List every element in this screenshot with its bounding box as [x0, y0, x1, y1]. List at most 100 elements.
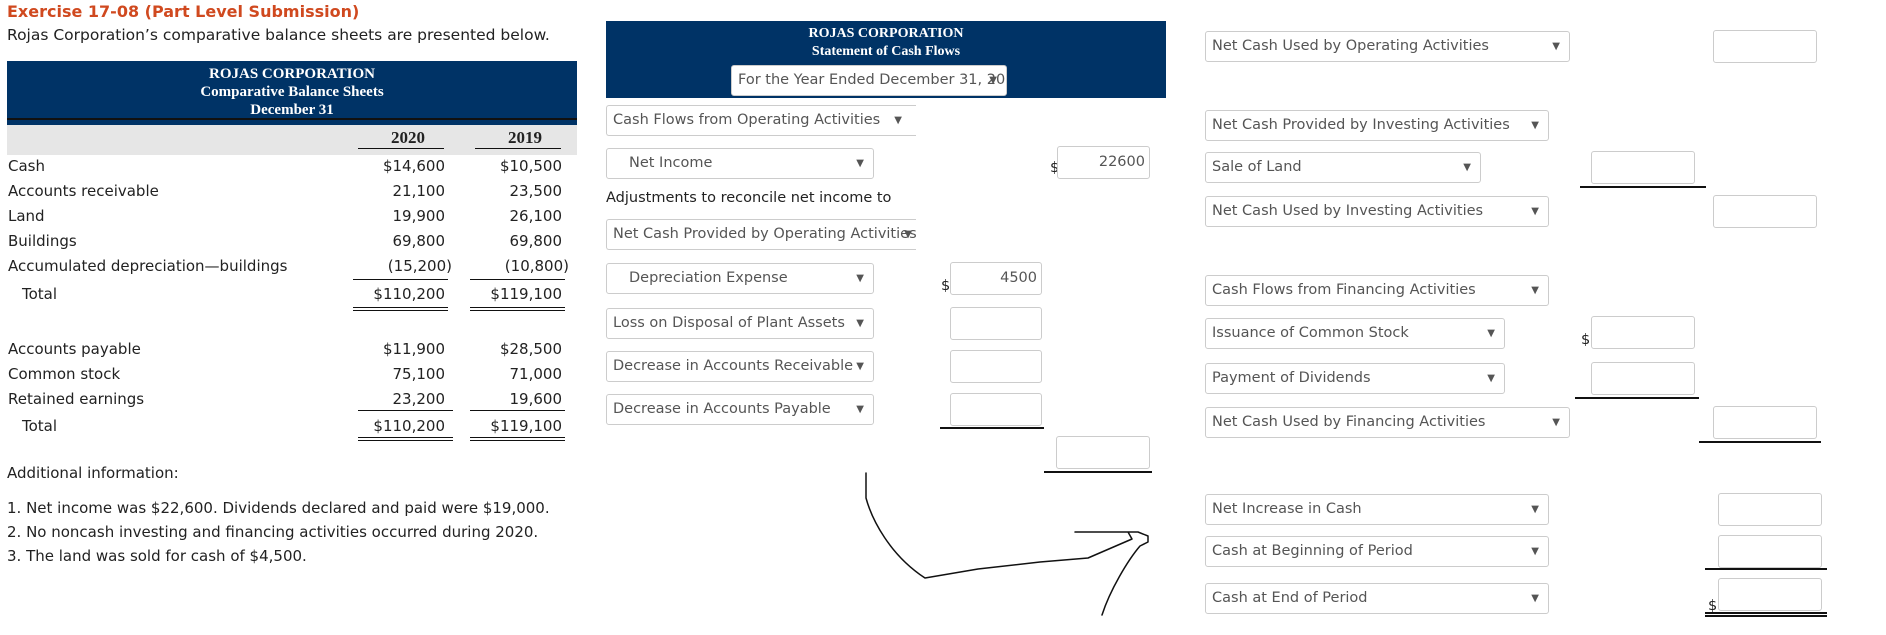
select-value: Net Cash Used by Investing Activities [1212, 203, 1484, 219]
header-divider [7, 118, 577, 120]
chevron-down-icon: ▼ [1531, 285, 1539, 296]
sum-line [1705, 568, 1827, 570]
financing-item-select[interactable]: Issuance of Common Stock ▼ [1205, 318, 1505, 349]
adjustment-select[interactable]: Decrease in Accounts Receivable ▼ [606, 351, 874, 382]
chevron-down-icon: ▼ [856, 158, 864, 169]
select-value: Depreciation Expense [629, 270, 788, 286]
liabilities-total-2019: $119,100 [490, 417, 562, 435]
net-income-input[interactable]: 22600 [1057, 146, 1150, 179]
adjustment-input[interactable]: 4500 [950, 262, 1042, 295]
select-value: Loss on Disposal of Plant Assets [613, 315, 845, 331]
select-value: Net Cash Used by Operating Activities [1212, 38, 1489, 54]
chevron-down-icon: ▼ [1552, 41, 1560, 52]
adjustment-input[interactable] [950, 307, 1042, 340]
net-cash-investing-select[interactable]: Net Cash Used by Investing Activities ▼ [1205, 196, 1549, 227]
net-increase-select[interactable]: Net Increase in Cash ▼ [1205, 494, 1549, 525]
period-select-value: For the Year Ended December 31, 2020 [738, 72, 1007, 88]
chevron-down-icon: ▼ [1531, 546, 1539, 557]
bs-title: Comparative Balance Sheets [200, 84, 384, 100]
bs-row-2019: 23,500 [509, 182, 563, 200]
sum-line [1044, 471, 1152, 473]
bs-date: December 31 [250, 102, 334, 118]
select-value: Sale of Land [1212, 159, 1302, 175]
bs-row-label: Accounts payable [8, 340, 141, 358]
cash-beginning-input[interactable] [1718, 535, 1822, 568]
chevron-down-icon: ▼ [856, 318, 864, 329]
select-value: Issuance of Common Stock [1212, 325, 1409, 341]
period-select[interactable]: For the Year Ended December 31, 2020 ▼ [731, 65, 1007, 96]
cash-end-input[interactable] [1718, 578, 1822, 611]
bs-row-label: Land [8, 207, 45, 225]
year-2020: 2020 [391, 128, 425, 147]
info-item: 2. No noncash investing and financing ac… [7, 523, 539, 541]
bs-row-label: Accumulated depreciation—buildings [8, 257, 288, 275]
double-underline [1705, 612, 1827, 617]
double-underline [353, 307, 448, 311]
adjustment-select[interactable]: Loss on Disposal of Plant Assets ▼ [606, 308, 874, 339]
financing-item-input[interactable] [1591, 316, 1695, 349]
liabilities-total-2020: $110,200 [373, 417, 445, 435]
currency-symbol: $ [1581, 332, 1591, 348]
net-income-select[interactable]: Net Income ▼ [606, 148, 874, 179]
chevron-down-icon: ▼ [1531, 206, 1539, 217]
cash-flow-header: ROJAS CORPORATION Statement of Cash Flow… [606, 21, 1166, 98]
adjustment-select[interactable]: Depreciation Expense ▼ [606, 263, 874, 294]
sum-line [1699, 441, 1821, 443]
cash-beginning-select[interactable]: Cash at Beginning of Period ▼ [1205, 536, 1549, 567]
bs-row-2019: $10,500 [499, 157, 562, 175]
financing-item-input[interactable] [1591, 362, 1695, 395]
operating-subtotal-input[interactable] [1056, 436, 1150, 469]
bs-row-label: Common stock [8, 365, 121, 383]
sum-line [358, 410, 453, 411]
financing-item-select[interactable]: Payment of Dividends ▼ [1205, 363, 1505, 394]
cash-end-select[interactable]: Cash at End of Period ▼ [1205, 583, 1549, 614]
additional-info-heading: Additional information: [7, 464, 179, 482]
net-increase-input[interactable] [1718, 493, 1822, 526]
net-cash-operating-select[interactable]: Net Cash Provided by Operating Activitie… [606, 219, 916, 250]
net-cash-investing-input[interactable] [1713, 195, 1817, 228]
bs-row-2019: 26,100 [509, 207, 563, 225]
assets-total-2019: $119,100 [490, 285, 562, 303]
bs-row-2020: 23,200 [392, 390, 446, 408]
adjustment-select[interactable]: Decrease in Accounts Payable ▼ [606, 394, 874, 425]
year-underline [358, 148, 444, 149]
bs-row-2020: $11,900 [382, 340, 445, 358]
select-value: Net Cash Provided by Investing Activitie… [1212, 117, 1510, 133]
year-2019: 2019 [508, 128, 542, 147]
select-value: Decrease in Accounts Payable [613, 401, 831, 417]
bs-row-label: Accounts receivable [8, 182, 159, 200]
adjustments-text: Adjustments to reconcile net income to [606, 190, 892, 206]
net-cash-operating-total-select[interactable]: Net Cash Used by Operating Activities ▼ [1205, 31, 1570, 62]
operating-section-select[interactable]: Cash Flows from Operating Activities ▼ [606, 105, 916, 136]
adjustment-input[interactable] [950, 393, 1042, 426]
bs-row-2020: 19,900 [392, 207, 446, 225]
net-cash-financing-input[interactable] [1713, 406, 1817, 439]
net-cash-financing-select[interactable]: Net Cash Used by Financing Activities ▼ [1205, 407, 1570, 438]
select-value: Cash at Beginning of Period [1212, 543, 1413, 559]
chevron-down-icon: ▼ [1531, 504, 1539, 515]
chevron-down-icon: ▼ [894, 115, 902, 126]
investing-item-input[interactable] [1591, 151, 1695, 184]
select-value: Payment of Dividends [1212, 370, 1371, 386]
bs-row-2019: 19,600 [509, 390, 563, 408]
info-item: 1. Net income was $22,600. Dividends dec… [7, 499, 550, 517]
investing-item-select[interactable]: Sale of Land ▼ [1205, 152, 1481, 183]
chevron-down-icon: ▼ [904, 229, 912, 240]
sum-line [940, 427, 1044, 429]
chevron-down-icon: ▼ [856, 361, 864, 372]
select-value: Cash Flows from Operating Activities [613, 112, 881, 128]
year-underline [475, 148, 561, 149]
financing-section-select[interactable]: Cash Flows from Financing Activities ▼ [1205, 275, 1549, 306]
double-underline [358, 437, 453, 441]
bs-row-2019: 71,000 [509, 365, 563, 383]
bs-row-2020: 69,800 [392, 232, 446, 250]
chevron-down-icon: ▼ [989, 75, 997, 86]
adjustment-input[interactable] [950, 350, 1042, 383]
chevron-down-icon: ▼ [1487, 373, 1495, 384]
cf-title: Statement of Cash Flows [811, 44, 961, 59]
assets-total-label: Total [22, 285, 58, 303]
net-cash-operating-input[interactable] [1713, 30, 1817, 63]
bs-row-2019: $28,500 [499, 340, 562, 358]
sum-line [1575, 397, 1699, 399]
investing-section-select[interactable]: Net Cash Provided by Investing Activitie… [1205, 110, 1549, 141]
